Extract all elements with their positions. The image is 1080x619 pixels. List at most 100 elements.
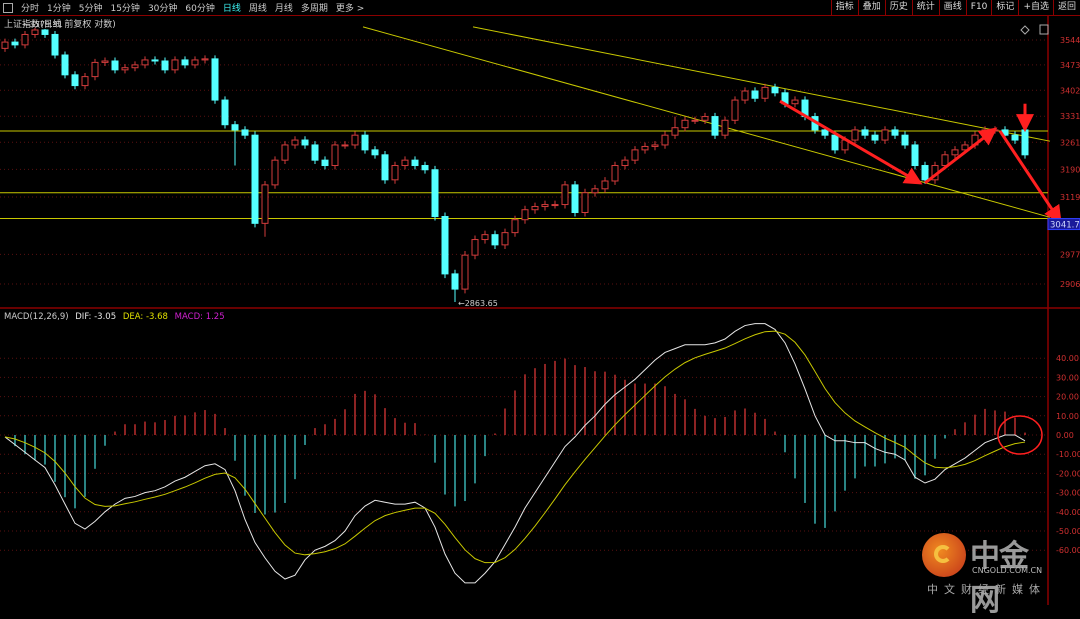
candle bbox=[461, 251, 469, 294]
candle bbox=[391, 161, 399, 184]
candle-body bbox=[41, 29, 49, 35]
candle bbox=[731, 96, 739, 124]
macd-tick-label: 30.00 bbox=[1056, 373, 1079, 382]
candle-body bbox=[301, 139, 309, 146]
candle bbox=[321, 156, 329, 170]
candle bbox=[201, 55, 209, 64]
candle-body bbox=[941, 154, 949, 167]
candle bbox=[191, 56, 199, 69]
trend-line bbox=[472, 26, 1051, 142]
candle bbox=[121, 64, 129, 74]
candle-body bbox=[551, 204, 559, 207]
candle-body bbox=[661, 134, 669, 146]
candle bbox=[791, 96, 799, 108]
candle-body bbox=[741, 90, 749, 101]
candle-body bbox=[651, 144, 659, 147]
candle-body bbox=[761, 86, 769, 99]
candle-body bbox=[871, 134, 879, 141]
candle bbox=[471, 235, 479, 260]
candle-body bbox=[171, 59, 179, 71]
candle bbox=[111, 57, 119, 74]
candle bbox=[481, 230, 489, 244]
price-tick-label: 3261 bbox=[1060, 138, 1080, 147]
candle-body bbox=[851, 129, 859, 141]
candle-body bbox=[501, 232, 509, 246]
candle-body bbox=[391, 165, 399, 181]
candle-body bbox=[1021, 129, 1029, 156]
macd-tick-label: 40.00 bbox=[1056, 354, 1079, 363]
candle bbox=[691, 116, 699, 124]
candle-body bbox=[221, 99, 229, 126]
candle bbox=[1, 38, 9, 52]
cngold-logo: 中金网 CNGOLD.COM.CN 中文财经新媒体 bbox=[922, 528, 1052, 618]
price-tick-label: 3473 bbox=[1060, 61, 1080, 70]
candle-body bbox=[101, 60, 109, 63]
candle-body bbox=[311, 144, 319, 161]
candle bbox=[741, 87, 749, 104]
candle-body bbox=[591, 188, 599, 194]
candle-body bbox=[111, 60, 119, 71]
price-tick-label: 3190 bbox=[1060, 165, 1080, 174]
candle bbox=[381, 151, 389, 184]
candle bbox=[671, 116, 679, 139]
candle bbox=[291, 136, 299, 149]
candle bbox=[901, 131, 909, 149]
candle-body bbox=[141, 59, 149, 66]
candle-body bbox=[901, 134, 909, 146]
candle-body bbox=[521, 209, 529, 221]
candle-body bbox=[881, 129, 889, 141]
chart-canvas[interactable]: 3544 3473 3402 3331 3261 3190 3119 2977 2906 40.0… bbox=[0, 0, 1080, 605]
dif-line bbox=[4, 323, 1026, 584]
candle-body bbox=[281, 144, 289, 161]
candle bbox=[351, 131, 359, 149]
candle bbox=[421, 161, 429, 174]
candle-body bbox=[201, 58, 209, 61]
candle-body bbox=[621, 159, 629, 167]
candle-body bbox=[401, 159, 409, 167]
candle bbox=[71, 71, 79, 90]
candle-body bbox=[441, 216, 449, 275]
candle-body bbox=[341, 144, 349, 147]
macd-tick-label: 10.00 bbox=[1056, 412, 1079, 421]
candle-body bbox=[121, 67, 129, 71]
candle bbox=[341, 141, 349, 149]
candle bbox=[411, 156, 419, 170]
candle-body bbox=[81, 76, 89, 87]
candle-body bbox=[151, 59, 159, 62]
logo-en: CNGOLD.COM.CN bbox=[972, 566, 1043, 575]
candle bbox=[31, 27, 39, 38]
candle-body bbox=[581, 192, 589, 214]
logo-cn: 中金网 bbox=[970, 539, 1029, 618]
candle bbox=[431, 165, 439, 221]
candle bbox=[571, 180, 579, 217]
candle bbox=[61, 51, 69, 79]
current-price-label: 3041.7 bbox=[1050, 221, 1080, 231]
candle bbox=[521, 205, 529, 224]
candle-body bbox=[461, 254, 469, 290]
candle-body bbox=[921, 165, 929, 181]
candle bbox=[161, 57, 169, 74]
candle-body bbox=[351, 134, 359, 146]
low-label: ←2863.65 bbox=[458, 299, 498, 308]
candle-body bbox=[1011, 134, 1019, 141]
macd-tick-label: -40.00 bbox=[1056, 508, 1080, 517]
candle bbox=[21, 31, 29, 49]
macd-tick-label: 20.00 bbox=[1056, 393, 1079, 402]
candle-body bbox=[291, 139, 299, 146]
candle bbox=[311, 141, 319, 164]
candle-body bbox=[531, 206, 539, 211]
candle bbox=[451, 269, 459, 303]
candle-body bbox=[701, 116, 709, 121]
candle bbox=[261, 180, 269, 237]
candle bbox=[131, 61, 139, 72]
candle bbox=[631, 146, 639, 164]
candle bbox=[621, 156, 629, 170]
candle-body bbox=[421, 165, 429, 171]
candle bbox=[531, 202, 539, 214]
candle bbox=[281, 141, 289, 164]
candle-body bbox=[511, 219, 519, 234]
candle-body bbox=[131, 64, 139, 69]
candle bbox=[181, 56, 189, 69]
candle bbox=[661, 131, 669, 149]
candle-body bbox=[61, 54, 69, 76]
